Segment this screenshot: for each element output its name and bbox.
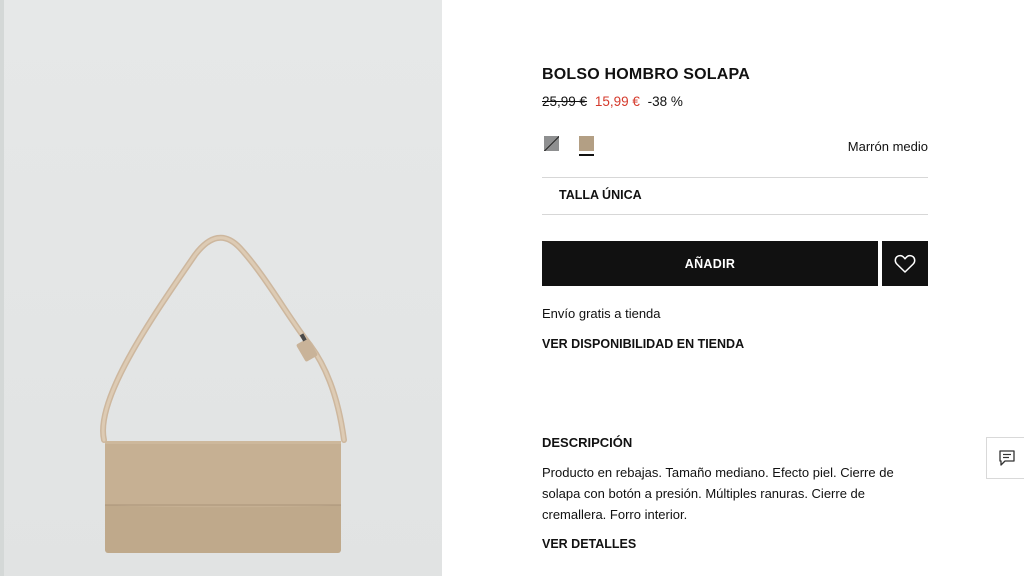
divider xyxy=(542,177,928,178)
bag-illustration xyxy=(100,234,347,553)
color-swatches: Marrón medio xyxy=(542,136,928,160)
size-label: TALLA ÚNICA xyxy=(559,188,642,202)
chat-icon xyxy=(998,450,1015,466)
discount-badge: -38 % xyxy=(647,94,683,109)
add-to-cart-button[interactable]: AÑADIR xyxy=(542,241,878,286)
product-image[interactable] xyxy=(0,0,442,576)
selected-swatch-indicator xyxy=(579,154,594,156)
color-name: Marrón medio xyxy=(847,139,928,154)
tan-swatch[interactable] xyxy=(579,136,594,151)
old-price: 25,99 € xyxy=(542,94,588,109)
description-title: DESCRIPCIÓN xyxy=(542,435,633,450)
shipping-info: Envío gratis a tienda xyxy=(542,306,661,321)
description-text: Producto en rebajas. Tamaño mediano. Efe… xyxy=(542,465,894,522)
heart-icon xyxy=(894,254,916,273)
favorite-button[interactable] xyxy=(882,241,928,286)
divider xyxy=(542,214,928,215)
price-row: 25,99 € 15,99 € -38 % xyxy=(542,94,683,109)
details-link[interactable]: VER DETALLES xyxy=(542,537,636,551)
product-title: BOLSO HOMBRO SOLAPA xyxy=(542,66,750,83)
grey-swatch[interactable] xyxy=(544,136,559,151)
sale-price: 15,99 € xyxy=(594,94,640,109)
chat-button[interactable] xyxy=(986,437,1024,479)
availability-link[interactable]: VER DISPONIBILIDAD EN TIENDA xyxy=(542,337,744,351)
